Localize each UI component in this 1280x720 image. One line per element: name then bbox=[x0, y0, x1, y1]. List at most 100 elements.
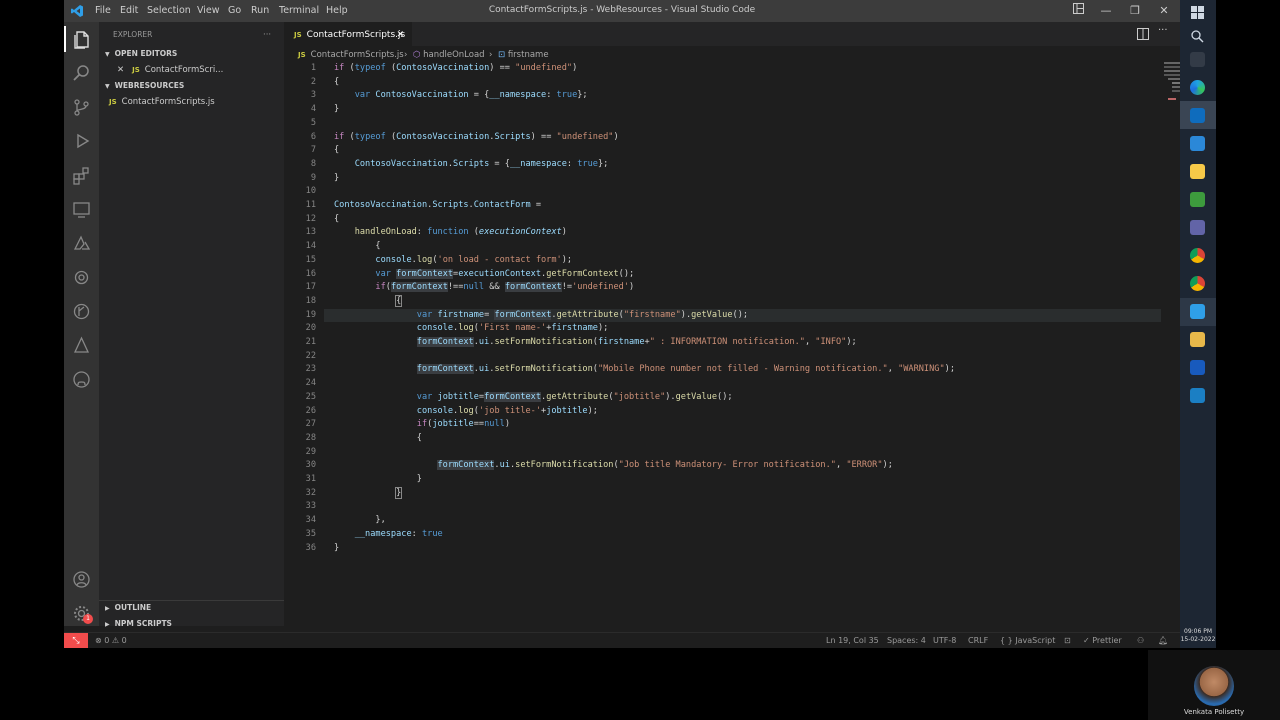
line-number: 4 bbox=[310, 104, 316, 115]
end-of-line[interactable]: CRLF bbox=[968, 633, 988, 648]
menu-go[interactable]: Go bbox=[228, 5, 241, 16]
line-number: 20 bbox=[305, 323, 316, 334]
chevron-right-icon: › bbox=[404, 50, 408, 60]
search-icon[interactable] bbox=[72, 64, 91, 83]
code-line: { bbox=[334, 241, 381, 252]
outlook-icon[interactable] bbox=[1190, 108, 1205, 123]
breadcrumb-variable[interactable]: ⊡ firstname bbox=[498, 48, 549, 62]
timeline-icon[interactable] bbox=[72, 302, 91, 321]
sticky-notes-icon[interactable] bbox=[1190, 164, 1205, 179]
line-number: 21 bbox=[305, 337, 316, 347]
chevron-right-icon: ▶ bbox=[105, 621, 110, 628]
code-line: } bbox=[334, 474, 422, 484]
indentation[interactable]: Spaces: 4 bbox=[887, 633, 926, 648]
power-platform-icon[interactable] bbox=[72, 336, 91, 355]
search-icon[interactable] bbox=[1191, 30, 1204, 43]
restore-button[interactable]: ❐ bbox=[1124, 3, 1146, 19]
extensions-icon[interactable] bbox=[72, 166, 91, 185]
remote-indicator-icon[interactable]: ⤡ bbox=[64, 633, 88, 648]
presenter-avatar bbox=[1194, 666, 1234, 706]
source-control-icon[interactable] bbox=[72, 98, 91, 117]
feedback-icon[interactable]: ⊡ bbox=[1064, 633, 1071, 648]
line-number: 13 bbox=[305, 227, 316, 238]
error-icon: ⊗ bbox=[95, 636, 102, 645]
edge-browser-icon[interactable] bbox=[1190, 80, 1205, 95]
outline-section[interactable]: ▶ OUTLINE bbox=[105, 601, 290, 615]
braces-icon: { } bbox=[1000, 636, 1013, 645]
explorer-icon[interactable] bbox=[72, 30, 91, 49]
extension-view-icon[interactable] bbox=[72, 268, 91, 287]
code-line: formContext.ui.setFormNotification(first… bbox=[416, 337, 857, 347]
code-line: }, bbox=[334, 515, 386, 526]
breadcrumb-file[interactable]: JS ContactFormScripts.js bbox=[298, 48, 404, 62]
file-item[interactable]: JS ContactFormScripts.js bbox=[109, 95, 294, 109]
chrome-profile-icon[interactable] bbox=[1190, 276, 1205, 291]
account-status-icon[interactable]: ⚇ bbox=[1137, 633, 1144, 648]
code-line: __namespace: true bbox=[354, 528, 443, 539]
people-app-icon[interactable] bbox=[1190, 136, 1205, 151]
remote-explorer-icon[interactable] bbox=[72, 200, 91, 219]
open-editors-section[interactable]: ▼ OPEN EDITORS bbox=[105, 47, 290, 61]
line-number: 6 bbox=[310, 131, 316, 142]
line-number: 34 bbox=[305, 515, 316, 526]
menu-help[interactable]: Help bbox=[326, 5, 348, 16]
npm-scripts-section[interactable]: ▶ NPM SCRIPTS bbox=[105, 617, 290, 631]
problems-indicator[interactable]: ⊗ 0 ⚠ 0 bbox=[95, 633, 127, 648]
vscode-taskbar-icon[interactable] bbox=[1190, 304, 1205, 319]
line-number: 24 bbox=[305, 378, 316, 389]
file-explorer-icon[interactable] bbox=[1190, 332, 1205, 347]
azure-icon[interactable] bbox=[72, 234, 91, 253]
split-editor-icon[interactable] bbox=[1137, 28, 1149, 40]
code-line: console.log('First name-'+firstname); bbox=[416, 323, 609, 334]
cursor-position[interactable]: Ln 19, Col 35 bbox=[826, 633, 879, 648]
code-line: var ContosoVaccination = {__namespace: t… bbox=[354, 90, 588, 101]
run-debug-icon[interactable] bbox=[72, 132, 91, 151]
minimize-button[interactable]: — bbox=[1095, 3, 1117, 19]
code-view[interactable]: 1 2 3 4 5 6 7 8 9 10 11 12 13 14 15 16 17 18 19 20 21 22 23 24 2… bbox=[284, 62, 1180, 622]
line-number: 3 bbox=[310, 90, 316, 101]
code-line: ContosoVaccination.Scripts.ContactForm = bbox=[334, 200, 542, 210]
close-icon[interactable]: ✕ bbox=[117, 65, 124, 75]
language-mode[interactable]: { } JavaScript bbox=[1000, 633, 1055, 648]
layout-icon[interactable] bbox=[1067, 3, 1089, 19]
menu-view[interactable]: View bbox=[197, 5, 220, 16]
js-file-icon: JS bbox=[298, 51, 306, 59]
menu-edit[interactable]: Edit bbox=[120, 5, 138, 16]
workspace-section[interactable]: ▼ WEBRESOURCES bbox=[105, 79, 290, 93]
account-icon[interactable] bbox=[72, 570, 91, 589]
bell-icon[interactable]: 🔔︎ bbox=[1158, 633, 1168, 648]
teams-icon[interactable] bbox=[1190, 220, 1205, 235]
minimap[interactable] bbox=[1164, 62, 1180, 122]
code-line: console.log('on load - contact form'); bbox=[375, 254, 573, 265]
chrome-icon[interactable] bbox=[1190, 248, 1205, 263]
presenter-name: Venkata Polisetty bbox=[1183, 708, 1245, 716]
tab-contactformscripts[interactable]: JS ContactFormScripts.js ✕ bbox=[284, 22, 412, 47]
code-line: { bbox=[334, 76, 340, 87]
editor-more-icon[interactable]: ··· bbox=[1158, 25, 1168, 36]
word-icon[interactable] bbox=[1190, 360, 1205, 375]
line-number: 17 bbox=[305, 282, 316, 293]
code-line: if (typeof (ContosoVaccination) == "unde… bbox=[334, 63, 578, 73]
system-clock[interactable]: 09:06 PM 15-02-2022 bbox=[1180, 628, 1216, 644]
encoding[interactable]: UTF-8 bbox=[933, 633, 956, 648]
prettier-status[interactable]: ✓ Prettier bbox=[1083, 633, 1122, 648]
windows-start-icon[interactable] bbox=[1191, 6, 1204, 19]
github-icon[interactable] bbox=[72, 370, 91, 389]
remote-desktop-icon[interactable] bbox=[1190, 388, 1205, 403]
close-window-button[interactable]: ✕ bbox=[1153, 3, 1175, 19]
more-actions-icon[interactable]: ··· bbox=[263, 28, 279, 42]
menu-selection[interactable]: Selection bbox=[147, 5, 191, 16]
tab-close-icon[interactable]: ✕ bbox=[396, 23, 404, 47]
task-view-icon[interactable] bbox=[1190, 52, 1205, 67]
code-line: { bbox=[334, 432, 422, 443]
menu-terminal[interactable]: Terminal bbox=[279, 5, 319, 16]
line-number: 28 bbox=[305, 432, 316, 443]
photos-app-icon[interactable] bbox=[1190, 192, 1205, 207]
line-number: 8 bbox=[310, 158, 316, 169]
breadcrumb-function[interactable]: ⬡ handleOnLoad bbox=[413, 48, 485, 62]
menu-file[interactable]: File bbox=[95, 5, 111, 16]
line-number: 31 bbox=[305, 474, 316, 484]
vscode-logo-icon bbox=[71, 5, 83, 17]
menu-run[interactable]: Run bbox=[251, 5, 269, 16]
open-editor-item[interactable]: ✕ JS ContactFormScri... bbox=[117, 63, 302, 77]
